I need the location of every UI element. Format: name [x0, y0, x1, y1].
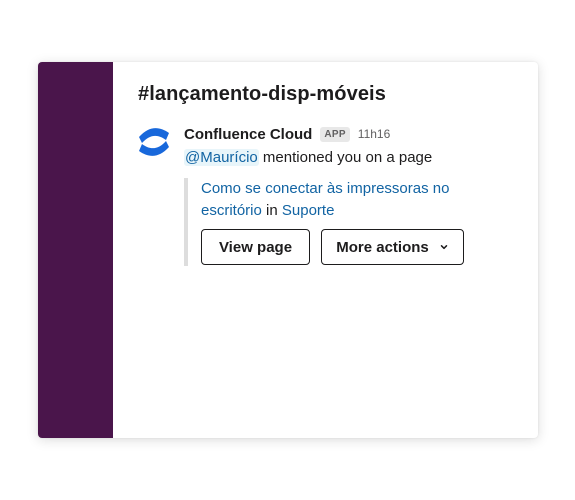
message-timestamp[interactable]: 11h16: [358, 127, 390, 141]
space-link[interactable]: Suporte: [282, 202, 335, 219]
app-badge: APP: [320, 126, 350, 142]
confluence-logo-icon[interactable]: [136, 124, 172, 160]
message-header: Confluence Cloud APP 11h16: [184, 124, 390, 144]
view-page-button[interactable]: View page: [201, 229, 310, 265]
attachment-text: Como se conectar às impressoras no escri…: [201, 178, 476, 222]
in-word: in: [261, 202, 282, 219]
more-actions-button[interactable]: More actions: [321, 229, 464, 265]
view-page-label: View page: [218, 238, 293, 256]
workspace-sidebar: [38, 62, 113, 438]
page-attachment: Como se conectar às impressoras no escri…: [184, 178, 488, 266]
more-actions-label: More actions: [336, 238, 429, 256]
user-mention[interactable]: @Maurício: [184, 149, 259, 166]
chevron-down-icon: [440, 245, 448, 250]
message-body: mentioned you on a page: [258, 149, 433, 166]
message-card: #lançamento-disp-móveis Confluence Cloud…: [38, 62, 538, 438]
sender-name[interactable]: Confluence Cloud: [184, 126, 312, 143]
message-text: @Maurício mentioned you on a page: [184, 148, 432, 168]
channel-title: #lançamento-disp-móveis: [138, 83, 386, 105]
